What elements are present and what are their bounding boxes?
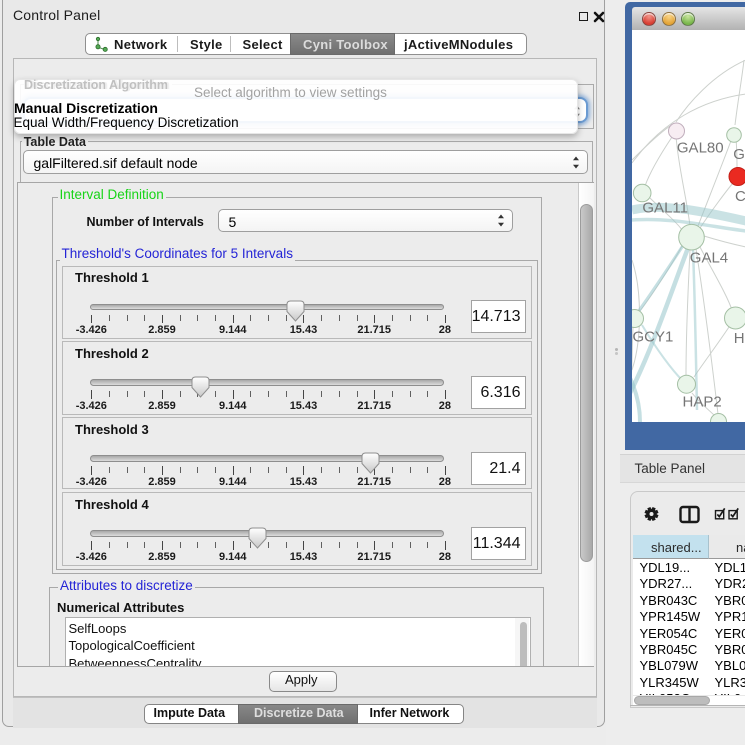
- svg-text:GAL4: GAL4: [689, 249, 727, 266]
- svg-text:C.: C.: [735, 188, 745, 205]
- svg-text:GAL11: GAL11: [642, 199, 688, 216]
- svg-text:HAP2: HAP2: [682, 393, 721, 410]
- svg-text:GCY1: GCY1: [632, 328, 673, 345]
- svg-text:HI: HI: [733, 330, 745, 347]
- svg-text:GAL80: GAL80: [676, 139, 723, 156]
- svg-text:G.: G.: [733, 146, 745, 163]
